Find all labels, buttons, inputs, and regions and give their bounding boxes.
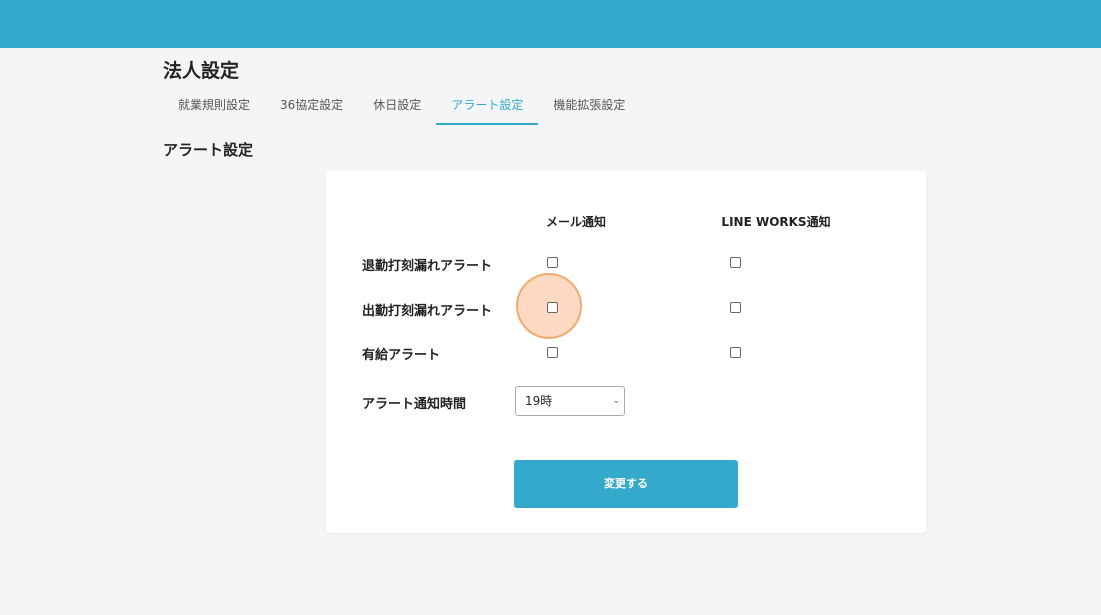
- checkbox-clock-in-line-works[interactable]: [730, 302, 741, 313]
- settings-tabs: 就業規則設定 36協定設定 休日設定 アラート設定 機能拡張設定: [163, 92, 640, 125]
- row-label-clock-in-missing: 出勤打刻漏れアラート: [362, 304, 493, 319]
- checkbox-clock-in-mail[interactable]: [547, 302, 558, 313]
- chevron-down-icon: ⌄: [612, 396, 620, 406]
- top-header-bar: [0, 0, 1101, 48]
- alert-settings-card: メール通知 LINE WORKS通知 退勤打刻漏れアラート 出勤打刻漏れアラート…: [326, 171, 926, 533]
- checkbox-paid-leave-mail[interactable]: [547, 347, 558, 358]
- submit-button[interactable]: 変更する: [514, 460, 738, 508]
- column-header-line-works: LINE WORKS通知: [721, 215, 831, 229]
- tab-work-rules[interactable]: 就業規則設定: [163, 92, 265, 125]
- checkbox-paid-leave-line-works[interactable]: [730, 347, 741, 358]
- tab-extensions[interactable]: 機能拡張設定: [538, 92, 640, 125]
- column-header-mail: メール通知: [545, 215, 606, 229]
- notify-time-select[interactable]: 19時 ⌄: [515, 386, 625, 416]
- notify-time-label: アラート通知時間: [362, 397, 467, 412]
- checkbox-clock-out-mail[interactable]: [547, 257, 558, 268]
- row-label-paid-leave: 有給アラート: [362, 348, 441, 363]
- tab-36-agreement[interactable]: 36協定設定: [265, 92, 358, 125]
- page-title: 法人設定: [163, 60, 240, 82]
- section-title: アラート設定: [163, 141, 254, 159]
- checkbox-clock-out-line-works[interactable]: [730, 257, 741, 268]
- tab-holidays[interactable]: 休日設定: [358, 92, 436, 125]
- tab-alert-settings[interactable]: アラート設定: [436, 92, 539, 125]
- notify-time-value: 19時: [525, 394, 553, 408]
- row-label-clock-out-missing: 退勤打刻漏れアラート: [362, 259, 493, 274]
